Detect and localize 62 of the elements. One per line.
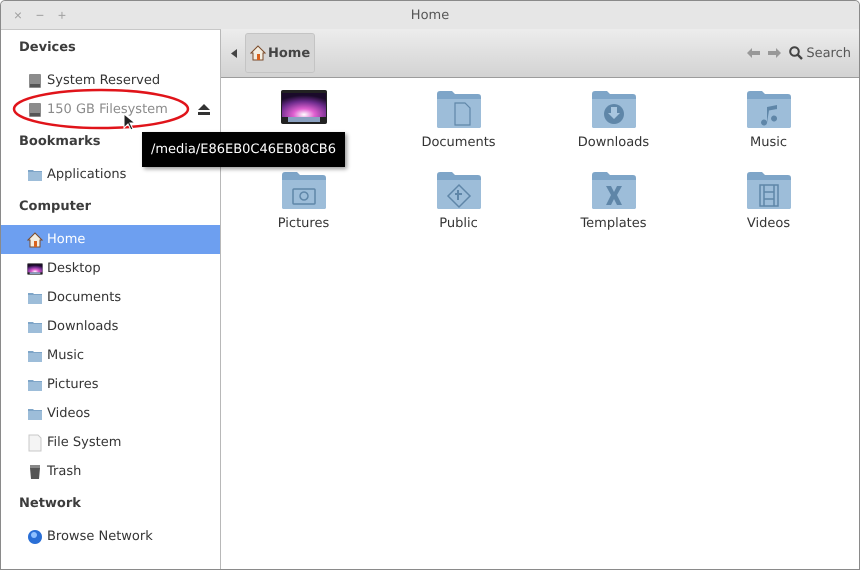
eject-icon[interactable] (198, 104, 210, 115)
folder-icon (27, 406, 43, 420)
search-icon (789, 46, 804, 60)
folder-icon (27, 348, 43, 362)
home-icon (27, 232, 43, 248)
sidebar-heading: Network (18, 495, 82, 513)
file-label: Videos (746, 216, 790, 231)
drive-icon (27, 72, 43, 88)
file-label: Music (750, 135, 787, 150)
folder-icon (27, 290, 43, 304)
sidebar-heading: Devices (18, 39, 77, 57)
sidebar-item[interactable]: Documents (1, 283, 220, 312)
sidebar-item-label: Browse Network (47, 529, 153, 544)
sidebar-heading: Computer (18, 198, 92, 216)
sidebar-item-label: Videos (47, 406, 90, 421)
sidebar-item[interactable]: Trash (1, 457, 220, 486)
file-label: Pictures (278, 216, 330, 231)
globe-icon (27, 528, 43, 544)
sidebar-item-label: File System (47, 435, 122, 450)
trash-icon (27, 464, 43, 480)
sidebar-item-label: Applications (47, 167, 126, 182)
folder-icon (434, 170, 482, 210)
sidebar-item-label: Documents (47, 290, 122, 305)
sidebar-item-label: Trash (47, 464, 82, 479)
path-button[interactable]: Home (245, 33, 316, 73)
folder-icon (744, 89, 792, 129)
back-caret-icon[interactable] (231, 48, 237, 58)
folder-icon (27, 168, 43, 182)
folder-icon (27, 320, 43, 334)
file-label: Templates (580, 216, 647, 231)
sidebar-item-label: Home (47, 232, 86, 247)
sidebar-item[interactable]: Music (1, 341, 220, 370)
sidebar-item-label: Desktop (47, 261, 101, 276)
file-label: Documents (421, 135, 496, 150)
sidebar-item-label: System Reserved (47, 73, 160, 88)
search-button[interactable]: Search (789, 46, 851, 60)
desktop-icon (27, 262, 43, 274)
folder-icon (27, 378, 43, 392)
tooltip: /media/E86EB0C46EB08CB6 (142, 132, 345, 167)
sidebar-item[interactable]: Videos (1, 399, 220, 428)
sidebar-item-label: Downloads (47, 319, 118, 334)
window-title: Home (410, 8, 450, 22)
sidebar-item-label: Pictures (47, 377, 98, 392)
file-label: Public (439, 216, 478, 231)
home-icon (250, 45, 266, 61)
sidebar-item-label: Music (47, 348, 84, 363)
sidebar-item[interactable]: Desktop (1, 254, 220, 283)
sidebar-item[interactable]: System Reserved (1, 66, 220, 95)
sidebar-item[interactable]: Downloads (1, 312, 220, 341)
folder-icon (434, 89, 482, 129)
desktop-icon (280, 89, 328, 125)
file-icon (27, 434, 43, 452)
drive-icon (27, 102, 43, 118)
file-label: Downloads (578, 135, 650, 150)
sidebar-item[interactable]: Browse Network (1, 522, 220, 551)
folder-icon (744, 170, 792, 210)
sidebar-item[interactable]: Pictures (1, 370, 220, 399)
sidebar-item[interactable]: File System (1, 428, 220, 457)
sidebar-item-label: 150 GB Filesystem (47, 102, 168, 117)
folder-icon (590, 89, 638, 129)
folder-icon (590, 170, 638, 210)
folder-icon (280, 170, 328, 210)
